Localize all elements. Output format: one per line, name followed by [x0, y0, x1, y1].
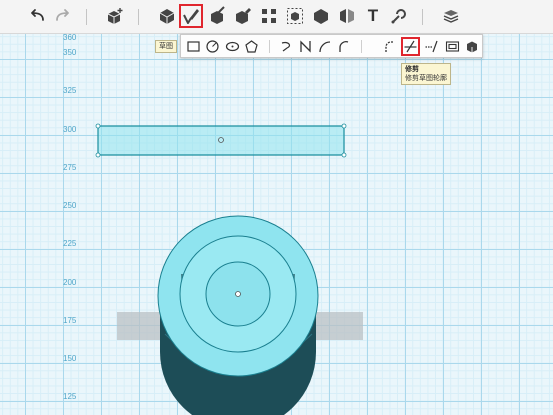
- text-button[interactable]: T: [362, 5, 384, 27]
- primitives-icon: [159, 9, 175, 24]
- palette-separator: [269, 40, 270, 53]
- construct-icon: [211, 6, 225, 24]
- cylinder-solid[interactable]: [157, 215, 319, 415]
- scene-svg: [95, 123, 363, 415]
- snap-button[interactable]: [388, 5, 410, 27]
- redo-icon: [56, 9, 69, 21]
- add-object-button[interactable]: [104, 5, 126, 27]
- undo-button[interactable]: [26, 5, 48, 27]
- fillet-icon: [385, 41, 393, 52]
- modify-icon: [236, 8, 251, 24]
- measure-button[interactable]: [336, 5, 358, 27]
- combine-icon: [314, 9, 328, 24]
- arc-tool[interactable]: [316, 38, 333, 55]
- text-icon: T: [367, 6, 379, 25]
- extend-tool[interactable]: [423, 38, 440, 55]
- snap-icon: [391, 9, 406, 24]
- palette-separator: [361, 40, 362, 53]
- polyline-tool[interactable]: [278, 38, 295, 55]
- undo-icon: [31, 9, 44, 21]
- spline-icon: [300, 40, 311, 53]
- trim-tooltip-title: 修剪: [405, 66, 419, 73]
- main-toolbar: T: [0, 0, 553, 34]
- trim-tooltip-description: 修剪草图轮廓: [405, 75, 447, 82]
- spline-tool[interactable]: [297, 38, 314, 55]
- project-icon: [467, 41, 477, 53]
- sketch-rectangle[interactable]: [95, 123, 347, 158]
- offset-icon: [445, 41, 460, 52]
- arc-icon: [319, 41, 331, 53]
- trim-tooltip: 修剪 修剪草图轮廓: [401, 63, 451, 85]
- polygon-tool[interactable]: [243, 38, 260, 55]
- redo-button[interactable]: [52, 5, 74, 27]
- rectangle-tool[interactable]: [185, 38, 202, 55]
- grouping-button[interactable]: [284, 5, 306, 27]
- construct-button[interactable]: [206, 5, 228, 27]
- pattern-icon: [262, 9, 276, 23]
- toolbar-separator: [422, 9, 423, 25]
- combine-button[interactable]: [310, 5, 332, 27]
- two-point-arc-icon: [339, 41, 349, 52]
- ellipse-tool[interactable]: [224, 38, 241, 55]
- rectangle-icon: [187, 41, 200, 52]
- material-button[interactable]: [440, 5, 462, 27]
- add-cube-icon: [107, 8, 123, 24]
- sketch-button[interactable]: [179, 4, 203, 28]
- primitives-button[interactable]: [156, 5, 178, 27]
- circle-tool[interactable]: [204, 38, 221, 55]
- project-tool[interactable]: [464, 38, 481, 55]
- app-window: 360 350 325 300 275 250 225 200 175 150 …: [0, 0, 553, 415]
- pattern-button[interactable]: [258, 5, 280, 27]
- fillet-tool[interactable]: [381, 38, 398, 55]
- ellipse-icon: [225, 41, 240, 52]
- design-canvas[interactable]: 360 350 325 300 275 250 225 200 175 150 …: [0, 34, 553, 415]
- extend-icon: [425, 40, 438, 53]
- modify-button[interactable]: [232, 5, 254, 27]
- polygon-icon: [245, 40, 258, 53]
- trim-icon: [404, 40, 417, 53]
- measure-icon: [340, 9, 354, 23]
- toolbar-separator: [138, 9, 139, 25]
- offset-tool[interactable]: [444, 38, 461, 55]
- polyline-icon: [281, 41, 291, 52]
- sketch-palette: [180, 34, 483, 58]
- two-point-arc-tool[interactable]: [335, 38, 352, 55]
- grouping-icon: [287, 8, 303, 24]
- sketch-tooltip: 草图: [155, 40, 177, 53]
- trim-tool[interactable]: [401, 37, 420, 56]
- sketch-icon: [183, 9, 199, 24]
- material-icon: [443, 10, 459, 23]
- circle-icon: [206, 40, 219, 53]
- toolbar-separator: [86, 9, 87, 25]
